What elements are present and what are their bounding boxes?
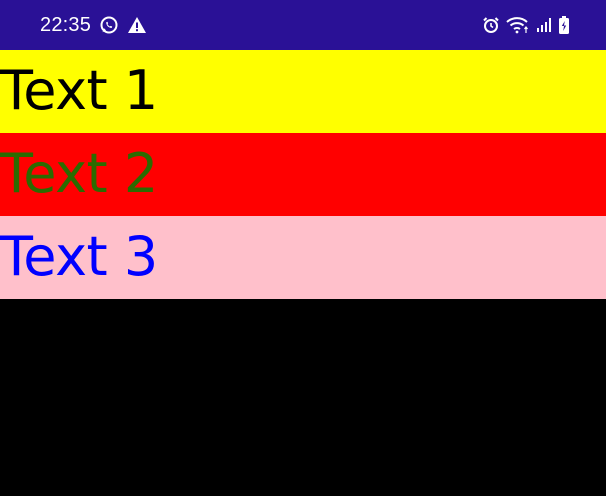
status-left-group: 22:35 (40, 0, 147, 50)
text-3-label: Text 3 (0, 225, 158, 288)
text-row-3: Text 3 (0, 216, 606, 299)
wifi-icon (506, 16, 530, 34)
whatsapp-icon (99, 15, 119, 35)
text-row-1: Text 1 (0, 50, 606, 133)
text-row-2: Text 2 (0, 133, 606, 216)
text-2-label: Text 2 (0, 142, 158, 205)
battery-icon (558, 15, 570, 35)
warning-icon (127, 15, 147, 35)
signal-icon (536, 17, 552, 33)
status-time: 22:35 (40, 13, 92, 36)
status-right-group (482, 0, 570, 50)
status-bar: 22:35 (0, 0, 606, 50)
text-1-label: Text 1 (0, 59, 158, 122)
alarm-icon (482, 16, 500, 34)
empty-content-area (0, 299, 606, 496)
